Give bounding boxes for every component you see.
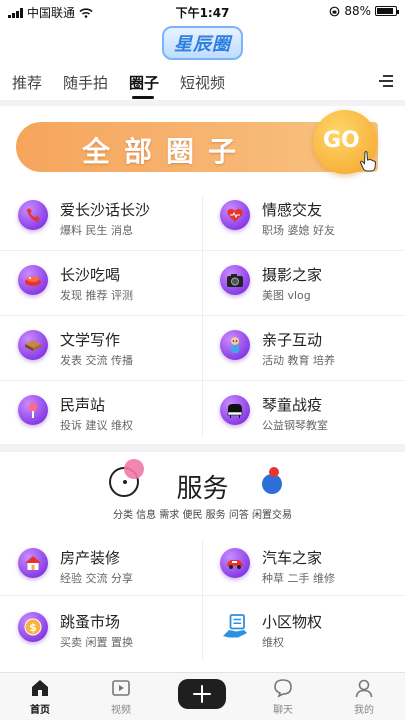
grid-divider <box>0 250 405 251</box>
circle-title: 亲子互动 <box>262 331 323 349</box>
svg-text:$: $ <box>29 621 37 634</box>
circle-title: 琴童战疫 <box>262 396 323 414</box>
nav-label: 聊天 <box>273 705 293 716</box>
service-title-text: 小区物权 <box>262 613 323 631</box>
battery-percent: 88% <box>344 4 371 18</box>
circle-tags: 发表 交流 传播 <box>60 354 133 367</box>
circle-tags: 发现 推荐 评测 <box>60 289 133 302</box>
app-logo-text: 星辰圈 <box>162 26 243 60</box>
chat-icon <box>274 679 292 698</box>
coin-icon: $ <box>18 612 48 642</box>
service-title-text: 汽车之家 <box>262 549 323 567</box>
child-icon <box>220 330 250 360</box>
nav-video[interactable]: 视频 <box>91 677 151 716</box>
status-bar: 中国联通 下午1:47 88% <box>0 0 405 22</box>
food-icon <box>18 265 48 295</box>
microphone-icon <box>18 395 48 425</box>
service-tags: 经验 交流 分享 <box>60 572 133 585</box>
tab-short-video[interactable]: 短视频 <box>180 72 225 93</box>
tab-recommend[interactable]: 推荐 <box>12 72 42 93</box>
profile-icon <box>355 679 373 698</box>
video-icon <box>112 680 130 696</box>
phone-icon <box>18 200 48 230</box>
house-icon <box>18 548 48 578</box>
circle-title: 民声站 <box>60 396 106 414</box>
piano-icon <box>220 395 250 425</box>
grid-divider <box>0 380 405 381</box>
circle-tags: 美图 vlog <box>262 289 311 302</box>
camera-icon <box>220 265 250 295</box>
nav-home[interactable]: 首页 <box>10 677 70 716</box>
home-icon <box>32 680 48 696</box>
section-divider <box>0 444 405 452</box>
grid-divider <box>0 595 405 596</box>
circle-tags: 爆料 民生 消息 <box>60 224 133 237</box>
service-decor-blue-circle <box>262 474 282 494</box>
app-logo: 星辰圈 <box>0 26 405 60</box>
nav-chat[interactable]: 聊天 <box>253 677 313 716</box>
tab-snapshot[interactable]: 随手拍 <box>63 72 108 93</box>
service-title-text: 跳蚤市场 <box>60 613 121 631</box>
tab-circles[interactable]: 圈子 <box>129 72 159 93</box>
service-subtitle: 分类 信息 需求 便民 服务 问答 闲置交易 <box>112 510 293 521</box>
banner-title: 全部圈子 <box>81 135 250 168</box>
go-label: GO <box>323 128 360 153</box>
service-title: 服务 <box>176 474 229 504</box>
heart-icon <box>220 200 250 230</box>
divider <box>0 100 405 106</box>
service-decor-red-dot <box>269 467 279 477</box>
circle-title: 情感交友 <box>262 201 323 219</box>
battery-icon <box>375 6 399 16</box>
car-icon <box>220 548 250 578</box>
nav-profile[interactable]: 我的 <box>334 677 394 716</box>
circle-title: 摄影之家 <box>262 266 323 284</box>
property-icon <box>220 612 250 642</box>
plus-icon[interactable] <box>178 679 226 709</box>
circle-title: 长沙吃喝 <box>60 266 121 284</box>
top-tab-bar: 推荐 随手拍 圈子 短视频 <box>0 66 405 100</box>
grid-divider <box>0 315 405 316</box>
circle-tags: 活动 教育 培养 <box>262 354 335 367</box>
active-tab-indicator <box>132 96 154 99</box>
nav-label: 视频 <box>111 705 131 716</box>
bottom-navigation: 首页 视频 聊天 我的 <box>0 672 405 720</box>
grid-divider <box>202 540 203 660</box>
book-icon <box>18 330 48 360</box>
grid-divider <box>202 196 203 438</box>
service-tags: 买卖 闲置 置换 <box>60 636 133 649</box>
service-title-text: 房产装修 <box>60 549 121 567</box>
circle-tags: 职场 婆媳 好友 <box>262 224 335 237</box>
circle-title: 文学写作 <box>60 331 121 349</box>
orientation-lock-icon <box>329 6 340 16</box>
circle-tags: 公益钢琴教室 <box>262 419 328 432</box>
circle-tags: 投诉 建议 维权 <box>60 419 133 432</box>
menu-icon[interactable] <box>379 75 393 90</box>
service-tags: 种草 二手 维修 <box>262 572 335 585</box>
pointer-hand-icon <box>359 151 377 172</box>
nav-label: 我的 <box>354 705 374 716</box>
service-tags: 维权 <box>262 636 284 649</box>
circle-title: 爱长沙话长沙 <box>60 201 151 219</box>
nav-label: 首页 <box>30 705 50 716</box>
